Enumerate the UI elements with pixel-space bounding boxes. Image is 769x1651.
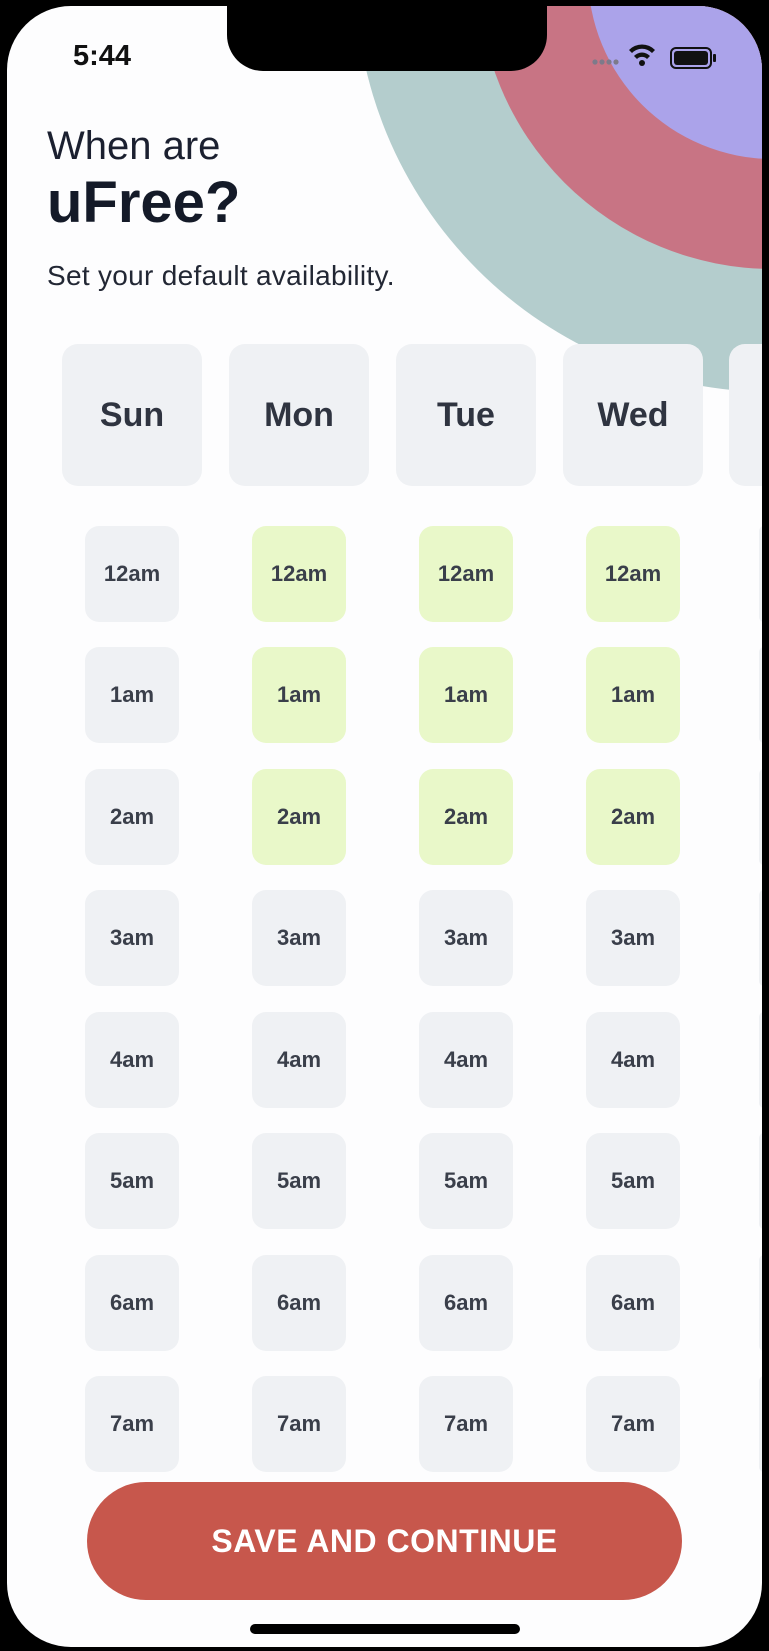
time-slot[interactable]: 12am: [419, 526, 513, 622]
time-slot[interactable]: 2am: [252, 769, 346, 865]
battery-icon: [670, 47, 716, 69]
day-header-wed[interactable]: Wed: [563, 344, 703, 486]
time-slot[interactable]: [759, 1012, 762, 1108]
time-slot[interactable]: 1am: [586, 647, 680, 743]
day-column-mon: Mon 12am 1am 2am 3am 4am 5am 6am 7am: [229, 344, 369, 1472]
ring-lavender: [590, 6, 762, 159]
time-slot[interactable]: 5am: [586, 1133, 680, 1229]
time-slot[interactable]: 6am: [252, 1255, 346, 1351]
time-slot[interactable]: [759, 1376, 762, 1472]
time-slot[interactable]: 1am: [252, 647, 346, 743]
device-notch: [227, 6, 547, 71]
time-slot[interactable]: 4am: [586, 1012, 680, 1108]
day-header-sun[interactable]: Sun: [62, 344, 202, 486]
time-slot[interactable]: 5am: [252, 1133, 346, 1229]
day-column-tue: Tue 12am 1am 2am 3am 4am 5am 6am 7am: [396, 344, 536, 1472]
time-slot[interactable]: 4am: [252, 1012, 346, 1108]
time-slot[interactable]: 6am: [419, 1255, 513, 1351]
time-slot[interactable]: 12am: [85, 526, 179, 622]
time-slot[interactable]: [759, 1255, 762, 1351]
time-slot[interactable]: 7am: [419, 1376, 513, 1472]
home-indicator: [250, 1624, 520, 1634]
time-slot[interactable]: 3am: [419, 890, 513, 986]
time-slot[interactable]: 2am: [85, 769, 179, 865]
page-subtitle: Set your default availability.: [47, 260, 395, 291]
time-slot[interactable]: 7am: [85, 1376, 179, 1472]
time-slot[interactable]: 6am: [85, 1255, 179, 1351]
time-slot[interactable]: 12am: [586, 526, 680, 622]
day-header-next[interactable]: [729, 344, 762, 486]
time-slot[interactable]: [759, 647, 762, 743]
time-slot[interactable]: 12am: [252, 526, 346, 622]
time-slot[interactable]: 1am: [85, 647, 179, 743]
time-slot[interactable]: [759, 890, 762, 986]
time-slot[interactable]: 3am: [85, 890, 179, 986]
day-column-next-partial: [729, 344, 762, 1472]
status-time: 5:44: [73, 40, 132, 72]
time-slot[interactable]: [759, 769, 762, 865]
time-slot[interactable]: 7am: [252, 1376, 346, 1472]
status-icons: [591, 40, 741, 70]
time-slot[interactable]: 5am: [85, 1133, 179, 1229]
time-slot[interactable]: [759, 526, 762, 622]
time-slot[interactable]: 4am: [419, 1012, 513, 1108]
time-slot[interactable]: 3am: [586, 890, 680, 986]
save-and-continue-button[interactable]: SAVE AND CONTINUE: [87, 1482, 682, 1600]
wifi-icon: [629, 44, 655, 66]
day-header-mon[interactable]: Mon: [229, 344, 369, 486]
heading-line-1: When are: [47, 124, 221, 168]
signal-icon: [592, 59, 619, 65]
availability-grid: Sun 12am 1am 2am 3am 4am 5am 6am 7am Mon…: [7, 344, 762, 1494]
time-slot[interactable]: 1am: [419, 647, 513, 743]
time-slot[interactable]: 6am: [586, 1255, 680, 1351]
time-slot[interactable]: 3am: [252, 890, 346, 986]
day-column-wed: Wed 12am 1am 2am 3am 4am 5am 6am 7am: [563, 344, 703, 1472]
time-slot[interactable]: 5am: [419, 1133, 513, 1229]
time-slot[interactable]: [759, 1133, 762, 1229]
heading-app-name: uFree?: [47, 170, 241, 235]
day-header-tue[interactable]: Tue: [396, 344, 536, 486]
time-slot[interactable]: 2am: [419, 769, 513, 865]
app-screen: 5:44 When are uFree? Set your default av…: [7, 6, 762, 1647]
time-slot[interactable]: 4am: [85, 1012, 179, 1108]
time-slot[interactable]: 2am: [586, 769, 680, 865]
day-column-sun: Sun 12am 1am 2am 3am 4am 5am 6am 7am: [62, 344, 202, 1472]
time-slot[interactable]: 7am: [586, 1376, 680, 1472]
